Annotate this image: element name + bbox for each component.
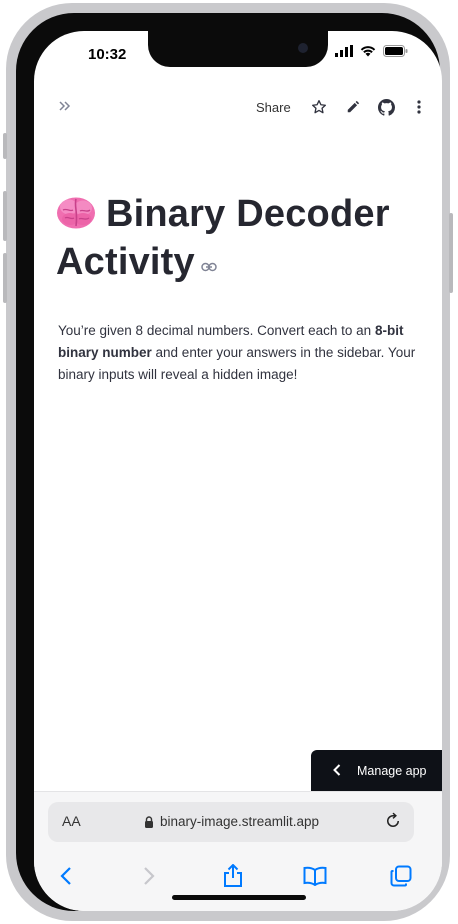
title-line1: Binary Decoder	[106, 193, 390, 235]
pencil-icon[interactable]	[344, 98, 362, 116]
status-time: 10:32	[88, 46, 127, 63]
streamlit-toolbar: Share	[34, 95, 442, 123]
page-title: Binary Decoder Activity	[56, 191, 426, 285]
signal-icon	[335, 45, 353, 57]
phone-frame: 10:32 Share Binary Decoder Activity You’…	[3, 3, 453, 921]
brain-icon	[56, 195, 96, 229]
phone-bezel: 10:32 Share Binary Decoder Activity You’…	[16, 13, 442, 911]
power-button	[449, 213, 453, 293]
volume-down-button	[3, 253, 7, 303]
back-icon[interactable]	[54, 864, 78, 888]
description-text: You’re given 8 decimal numbers. Convert …	[58, 322, 375, 338]
more-vert-icon[interactable]	[410, 98, 428, 116]
link-icon[interactable]	[201, 237, 217, 272]
tabs-icon[interactable]	[389, 864, 413, 888]
address-bar[interactable]: AA binary-image.streamlit.app	[48, 802, 414, 842]
github-icon[interactable]	[377, 98, 395, 116]
mute-switch	[3, 133, 7, 159]
share-icon[interactable]	[221, 864, 245, 888]
url-display[interactable]: binary-image.streamlit.app	[144, 814, 319, 829]
title-line2: Activity	[56, 241, 195, 283]
manage-app-label: Manage app	[357, 764, 427, 778]
reload-icon[interactable]	[384, 812, 402, 835]
bookmarks-icon[interactable]	[303, 864, 327, 888]
camera	[298, 43, 308, 53]
volume-up-button	[3, 191, 7, 241]
url-text: binary-image.streamlit.app	[160, 814, 320, 829]
expand-sidebar-icon[interactable]	[58, 99, 72, 118]
wifi-icon	[360, 46, 376, 57]
star-icon[interactable]	[310, 98, 328, 116]
battery-icon	[383, 45, 408, 57]
reader-settings-button[interactable]: AA	[62, 813, 81, 829]
notch	[148, 31, 328, 67]
chevron-left-icon	[333, 763, 341, 779]
screen: 10:32 Share Binary Decoder Activity You’…	[34, 31, 442, 911]
lock-icon	[145, 815, 153, 828]
status-icons	[335, 45, 408, 57]
manage-app-button[interactable]: Manage app	[311, 750, 442, 792]
app-description: You’re given 8 decimal numbers. Convert …	[58, 320, 423, 386]
forward-icon[interactable]	[137, 864, 161, 888]
safari-bottom-bar: AA binary-image.streamlit.app	[34, 791, 442, 911]
home-indicator	[172, 895, 306, 900]
share-button[interactable]: Share	[256, 100, 291, 115]
